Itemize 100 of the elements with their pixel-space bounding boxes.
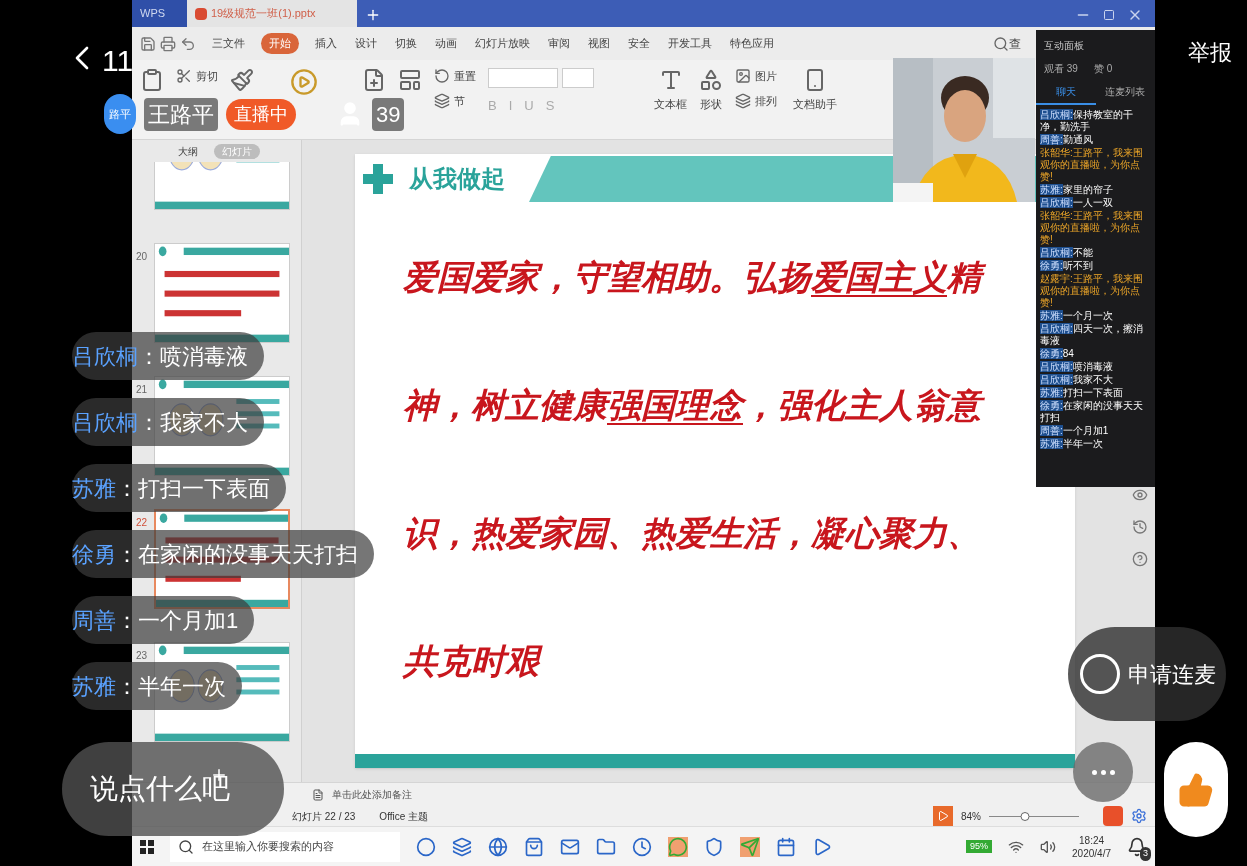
chat-message: 赵露宇:王路平，我来围观你的直播啦，为你点赞! [1040,273,1144,309]
slideshow-icon[interactable] [933,806,953,826]
notes-placeholder[interactable]: 单击此处添加备注 [332,787,412,802]
slide-heading: 从我做起 [409,164,505,194]
menu-tab[interactable]: 幻灯片放映 [473,35,532,52]
search-icon [178,838,194,855]
taskbar-app-icon[interactable] [632,836,652,857]
notification-count: 3 [1140,847,1151,861]
taskbar-app-icon[interactable] [740,836,760,857]
menu-tab[interactable]: 视图 [586,35,612,52]
chat-message: 苏雅:一个月一次 [1040,310,1114,322]
thumbs-up-icon [1178,771,1214,808]
layout-icon[interactable] [398,68,422,92]
taskbar-app-icon[interactable] [668,836,688,857]
slide-thumbnail[interactable] [154,243,290,343]
history-icon[interactable] [1132,519,1148,535]
find-label[interactable]: 查 [1009,34,1021,53]
image-icon[interactable] [735,68,751,85]
chat-message: 徐勇:听不到 [1040,260,1094,272]
taskbar-app-icon[interactable] [596,836,616,857]
print-icon[interactable] [160,35,176,52]
menu-tab[interactable]: 切换 [393,35,419,52]
zoom-thumb[interactable] [1020,811,1030,821]
taskbar-app-icon[interactable] [488,836,508,857]
section-icon[interactable] [434,92,450,109]
reset-icon[interactable] [434,68,450,85]
chat-message: 张韶华:王路平，我来围观你的直播啦，为你点赞! [1040,147,1144,183]
taskbar-search-field[interactable]: 在这里输入你要搜索的内容 [170,831,400,862]
menu-tab[interactable]: 审阅 [546,35,572,52]
slide-number: 20 [136,250,149,264]
panel-tab[interactable]: 连麦列表 [1095,84,1155,105]
help-icon[interactable] [1132,551,1148,567]
windows-start-icon[interactable] [140,839,154,854]
clipboard-icon[interactable] [140,68,164,92]
taskbar-app-icon[interactable] [812,836,832,857]
chat-message: 吕欣桐:喷消毒液 [1040,361,1114,373]
save-icon[interactable] [140,35,156,52]
slide-text-line: 爱国爱家，守望相助。弘扬爱国主义精 [403,249,993,305]
taskbar-app-icon[interactable] [776,836,796,857]
clock-time: 18:24 [1079,833,1105,847]
menu-tab[interactable]: 动画 [433,35,459,52]
taskbar-app-icon[interactable] [524,836,544,857]
chat-message: 苏雅:打扫一下表面 [1040,387,1124,399]
comment-toast: 周善：一个月加1 [72,596,255,644]
menu-tab[interactable]: 开始 [261,33,299,54]
presentation-file-icon [195,7,207,20]
search-icon[interactable] [993,35,1009,52]
chat-message: 徐勇:84 [1040,348,1075,360]
gear-icon[interactable] [1131,808,1147,824]
menu-tab[interactable]: 特色应用 [728,35,776,52]
eye-icon[interactable] [1132,487,1148,503]
chat-message: 吕欣桐:一人一双 [1040,197,1114,209]
zoom-slider[interactable] [989,811,1079,821]
slide-text-line: 识，热爱家园、热爱生活，凝心聚力、 [403,513,982,554]
slide-number: 21 [136,383,149,397]
comment-toast: 苏雅：打扫一下表面 [72,464,286,512]
menu-tab[interactable]: 开发工具 [666,35,714,52]
reset-label[interactable]: 重置 [454,68,476,85]
menu-tab[interactable]: 安全 [626,35,652,52]
chat-message: 周善:一个月加1 [1040,425,1110,437]
viewer-count: 39 [372,97,405,131]
comment-toast: 吕欣桐：我家不大 [72,398,264,446]
new-slide-icon[interactable] [362,68,386,92]
menu-tab[interactable]: 三文件 [210,35,247,52]
textbox-label[interactable]: 文本框 [654,96,687,113]
font-size-field[interactable] [562,68,594,88]
slide-count: 幻灯片 22 / 23 [292,809,356,824]
taskbar-app-icon[interactable] [416,836,436,857]
arrange-icon[interactable] [735,92,751,109]
chat-message: 吕欣桐:我家不大 [1040,374,1114,386]
assistant-label[interactable]: 文档助手 [793,96,837,113]
comment-input[interactable]: 说点什么吧 [62,742,284,836]
taskbar-app-icon[interactable] [452,836,472,857]
window-tab[interactable]: WPS [132,0,187,27]
chat-message: 徐勇:在家闲的没事天天打扫 [1040,400,1144,424]
maximize-icon[interactable] [1103,9,1115,21]
volume-icon [1040,838,1057,855]
new-tab-icon[interactable] [365,7,381,23]
scissors-icon[interactable] [176,68,192,85]
paintbrush-icon[interactable] [230,68,254,92]
shapes-icon[interactable] [699,68,723,92]
undo-icon[interactable] [180,35,196,52]
chat-message: 苏雅:家里的帘子 [1040,184,1114,196]
side-tab[interactable]: 大纲 [173,143,202,159]
panel-title: 互动面板 [1043,39,1085,53]
font-name-field[interactable] [488,68,558,88]
report-link[interactable]: 举报 [1188,36,1232,69]
section-label[interactable]: 节 [454,92,465,109]
panel-tab[interactable]: 聊天 [1036,84,1096,105]
arrange-label[interactable]: 排列 [755,92,777,109]
menu-tab[interactable]: 插入 [313,35,339,52]
picture-label[interactable]: 图片 [755,68,777,85]
menu-tab[interactable]: 设计 [353,35,379,52]
comment-toast: 徐勇：在家闲的没事天天打扫 [72,530,374,578]
taskbar-app-icon[interactable] [704,836,724,857]
cut-label[interactable]: 剪切 [196,68,218,85]
shape-label[interactable]: 形状 [700,96,722,113]
notes-icon [312,788,324,801]
battery-indicator: 95% [966,839,993,854]
slide-text-line: 共克时艰 [403,633,551,689]
